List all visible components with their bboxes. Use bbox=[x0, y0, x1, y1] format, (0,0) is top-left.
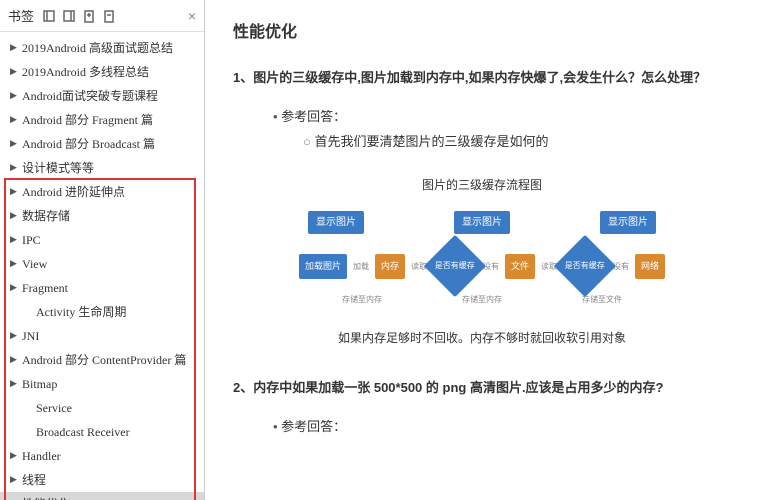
legend-item: 显示图片 bbox=[308, 211, 364, 234]
bookmark-item[interactable]: ▶Android 部分 Fragment 篇 bbox=[0, 108, 204, 132]
node-file: 文件 bbox=[505, 254, 535, 279]
bookmark-item[interactable]: ▶Android 部分 Broadcast 篇 bbox=[0, 132, 204, 156]
page-title: 性能优化 bbox=[233, 18, 731, 48]
document-content: 性能优化 1、图片的三级缓存中,图片加载到内存中,如果内存快爆了,会发生什么？怎… bbox=[205, 0, 759, 500]
bookmark-item[interactable]: ▶Fragment bbox=[0, 276, 204, 300]
bookmark-item[interactable]: ▶View bbox=[0, 252, 204, 276]
legend-item: 显示图片 bbox=[454, 211, 510, 234]
question-2: 2、内存中如果加载一张 500*500 的 png 高清图片.应该是占用多少的内… bbox=[233, 376, 731, 401]
answer-bullet: 首先我们要清楚图片的三级缓存是如何的 bbox=[303, 130, 731, 155]
bookmark-item[interactable]: ▶JNI bbox=[0, 324, 204, 348]
node-network: 网络 bbox=[635, 254, 665, 279]
bookmark-item[interactable]: Activity 生命周期 bbox=[0, 300, 204, 324]
edge-label: 加载 bbox=[351, 259, 371, 274]
node-decision-1: 是否有缓存 bbox=[424, 235, 486, 297]
sidebar-title: 书签 bbox=[8, 6, 34, 25]
bookmark-item[interactable]: ▶数据存储 bbox=[0, 204, 204, 228]
close-icon[interactable]: × bbox=[188, 8, 196, 24]
bookmark-item[interactable]: Service bbox=[0, 396, 204, 420]
question-1: 1、图片的三级缓存中,图片加载到内存中,如果内存快爆了,会发生什么？怎么处理？ bbox=[233, 66, 731, 91]
bookmark-item[interactable]: ▶2019Android 高级面试题总结 bbox=[0, 36, 204, 60]
node-memory: 内存 bbox=[375, 254, 405, 279]
back-edges: 存储至内存 存储至内存 存储至文件 bbox=[262, 292, 702, 307]
bookmark-icon[interactable] bbox=[102, 9, 116, 23]
note-text: 如果内存足够时不回收。内存不够时就回收软引用对象 bbox=[233, 327, 731, 350]
outline-collapse-icon[interactable] bbox=[42, 9, 56, 23]
bookmark-item[interactable]: ▶Bitmap bbox=[0, 372, 204, 396]
bookmark-item[interactable]: ▶线程 bbox=[0, 468, 204, 492]
bookmark-item[interactable]: ▶Android面试突破专题课程 bbox=[0, 84, 204, 108]
back-edge-label: 存储至内存 bbox=[462, 292, 502, 307]
bookmark-item[interactable]: ▶设计模式等等 bbox=[0, 156, 204, 180]
legend-item: 显示图片 bbox=[600, 211, 656, 234]
bookmark-item[interactable]: ▶Android 部分 ContentProvider 篇 bbox=[0, 348, 204, 372]
bookmark-tree: ▶2019Android 高级面试题总结▶2019Android 多线程总结▶A… bbox=[0, 32, 204, 500]
bookmark-item[interactable]: ▶性能优化 bbox=[0, 492, 204, 500]
chart-title: 图片的三级缓存流程图 bbox=[233, 174, 731, 197]
node-decision-2: 是否有缓存 bbox=[554, 235, 616, 297]
node-load: 加载图片 bbox=[299, 254, 347, 279]
bookmark-item[interactable]: ▶Android 进阶延伸点 bbox=[0, 180, 204, 204]
bookmark-add-icon[interactable] bbox=[82, 9, 96, 23]
flowchart: 图片的三级缓存流程图 显示图片 显示图片 显示图片 加载图片 加载 内存 读取 … bbox=[233, 174, 731, 307]
answer-ref-2: 参考回答： bbox=[273, 415, 731, 440]
outline-expand-icon[interactable] bbox=[62, 9, 76, 23]
bookmark-item[interactable]: ▶IPC bbox=[0, 228, 204, 252]
flow-row: 加载图片 加载 内存 读取 是否有缓存 没有 文件 读取 是否有缓存 没有 网络 bbox=[262, 244, 702, 288]
sidebar-header: 书签 × bbox=[0, 0, 204, 32]
back-edge-label: 存储至内存 bbox=[342, 292, 382, 307]
chart-legend: 显示图片 显示图片 显示图片 bbox=[262, 211, 702, 234]
answer-ref: 参考回答： bbox=[273, 105, 731, 130]
bookmark-item[interactable]: Broadcast Receiver bbox=[0, 420, 204, 444]
bookmark-item[interactable]: ▶2019Android 多线程总结 bbox=[0, 60, 204, 84]
sidebar-tool-icons bbox=[42, 9, 116, 23]
back-edge-label: 存储至文件 bbox=[582, 292, 622, 307]
bookmark-item[interactable]: ▶Handler bbox=[0, 444, 204, 468]
bookmarks-sidebar: 书签 × ▶2019Android 高级面试题总结▶2019Android 多线… bbox=[0, 0, 205, 500]
